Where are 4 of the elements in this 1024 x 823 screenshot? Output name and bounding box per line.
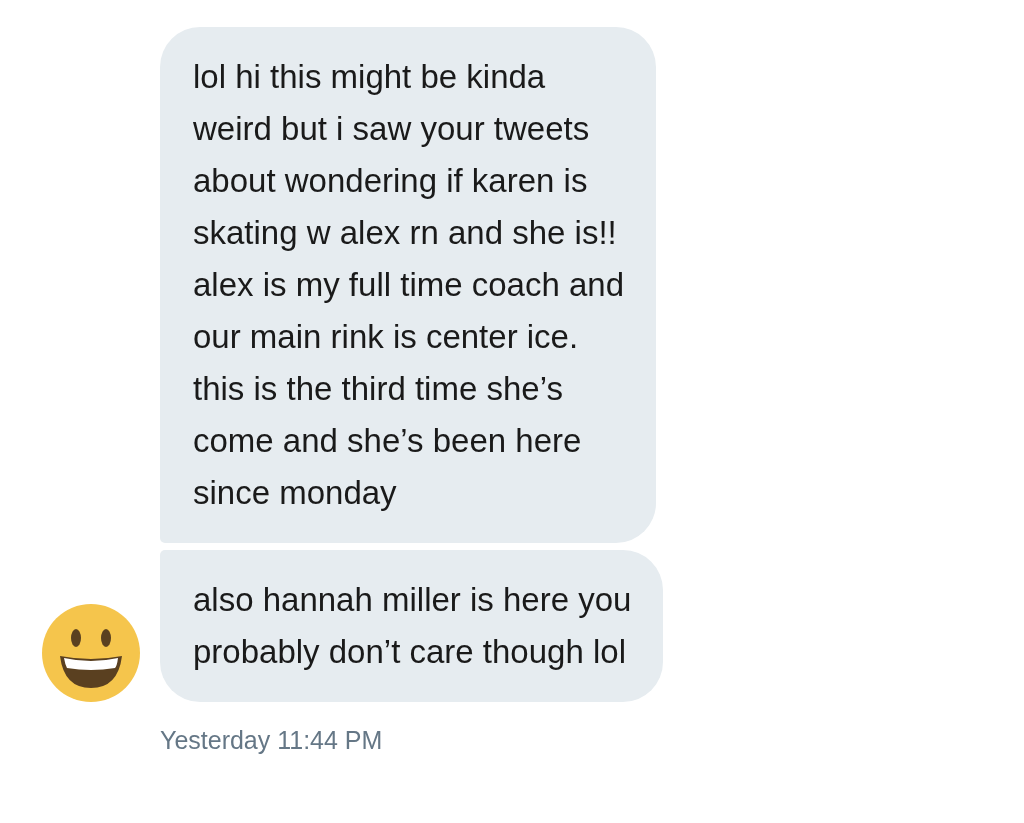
message-timestamp: Yesterday 11:44 PM	[160, 725, 384, 756]
message-bubble: lol hi this might be kinda weird but i saw your tweets about wondering if karen is skating w alex rn and she is!! alex is my full time coach and our main rink is center ice. this is the third time she’s come and she’s been here since monday	[160, 27, 656, 543]
smiley-icon	[42, 604, 140, 702]
message-bubble: also hannah miller is here you probably don’t care though lol	[160, 550, 664, 702]
